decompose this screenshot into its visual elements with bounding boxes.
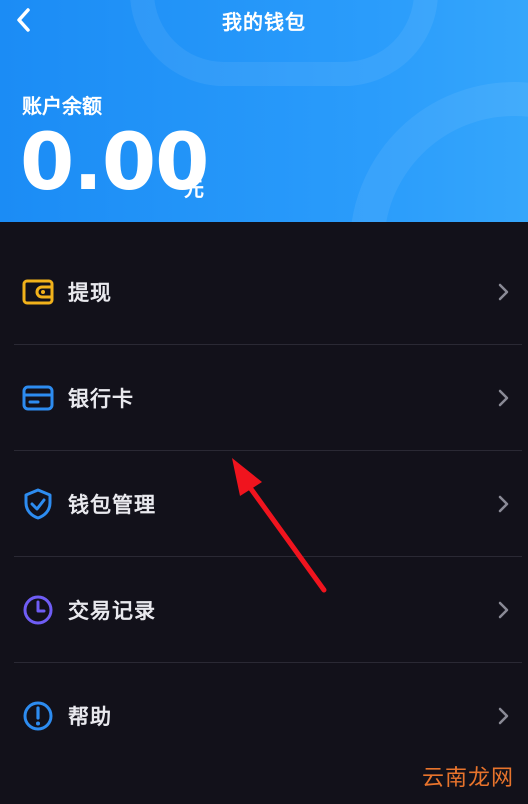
menu-item-wallet-management[interactable]: 钱包管理 [0, 451, 528, 557]
menu-item-bank-card[interactable]: 银行卡 [0, 345, 528, 451]
shield-check-icon [24, 488, 52, 520]
balance-unit: 元 [184, 177, 204, 201]
menu-item-label: 提现 [68, 281, 112, 305]
clock-icon [23, 595, 53, 625]
menu-item-withdraw[interactable]: 提现 [0, 239, 528, 345]
watermark: 云南龙网 [421, 766, 514, 791]
menu-item-help[interactable]: 帮助 [0, 663, 528, 769]
help-icon [23, 701, 53, 731]
bank-card-icon [22, 385, 54, 411]
decorative-ring [350, 82, 528, 222]
chevron-right-icon [498, 495, 509, 513]
chevron-right-icon [498, 707, 509, 725]
menu-item-label: 银行卡 [68, 387, 134, 411]
page-title: 我的钱包 [222, 10, 306, 34]
wallet-header: 我的钱包 账户余额 0.00 元 [0, 0, 528, 222]
wallet-menu: 提现 银行卡 钱包管理 交易记录 帮助 [0, 239, 528, 769]
menu-item-label: 钱包管理 [68, 493, 156, 517]
menu-item-label: 帮助 [68, 705, 112, 729]
chevron-right-icon [498, 283, 509, 301]
wallet-icon [22, 279, 54, 305]
balance-amount: 0.00 [20, 118, 209, 208]
menu-item-transaction-history[interactable]: 交易记录 [0, 557, 528, 663]
chevron-right-icon [498, 389, 509, 407]
balance-label: 账户余额 [22, 94, 102, 118]
chevron-right-icon [498, 601, 509, 619]
menu-item-label: 交易记录 [68, 599, 156, 623]
